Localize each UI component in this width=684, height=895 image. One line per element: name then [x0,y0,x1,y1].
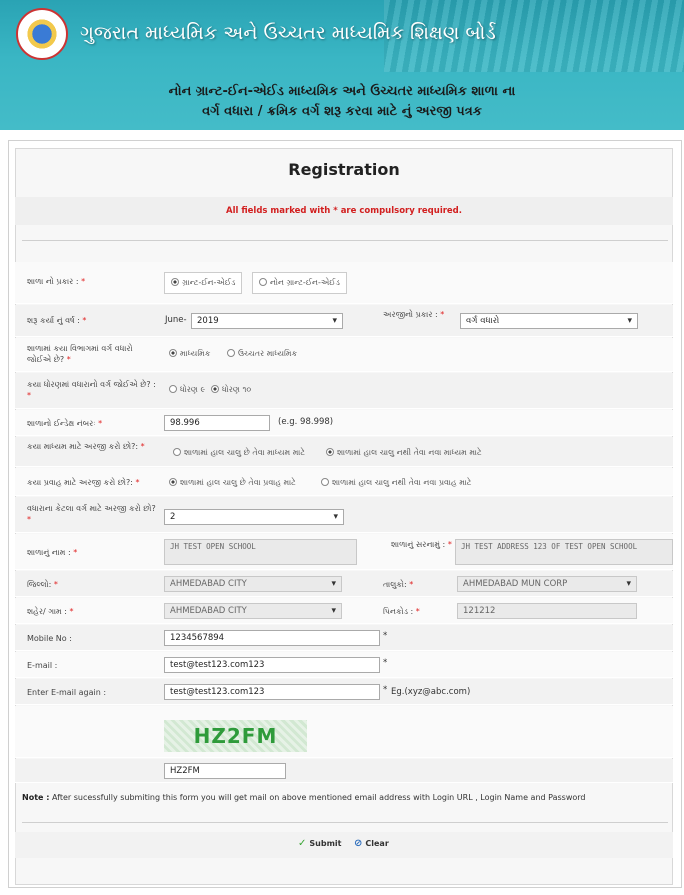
mobile-required-mark: * [383,631,388,641]
form-actions: ✓ Submit ⊘ Clear [15,832,673,858]
email-again-input[interactable]: test@test123.com123 [164,684,380,700]
radio-stream-new[interactable]: શાળામાં હાલ ચાલુ નથી તેવા નવા પ્રવાહ માટ… [321,478,471,488]
medium-label: કયા માધ્યમ માટે અરજી કરો છો?: [27,442,139,451]
radio-stream-existing[interactable]: શાળામાં હાલ ચાલુ છે તેવા પ્રવાહ માટે [169,478,296,488]
stream-label: કયા પ્રવાહ માટે અરજી કરો છો?: [27,478,133,487]
email-label: E-mail : [27,661,58,670]
row-num-classes: વધારાના કેટલા વર્ગ માટે અરજી કરો છો? * 2 [15,497,673,533]
email-required-mark: * [383,658,388,668]
divider [22,822,668,823]
radio-dot-icon [169,478,177,486]
form-subtitle-line1: નોન ગ્રાન્ટ-ઈન-એઈડ માધ્યમિક અને ઉચ્ચતર મ… [168,84,516,99]
board-title: ગુજરાત માધ્યમિક અને ઉચ્ચતર માધ્યમિક શિક્… [80,22,496,44]
radio-dot-icon [326,448,334,456]
radio-std-9[interactable]: ધોરણ ૯ [169,385,205,395]
header-banner: ગુજરાત માધ્યમિક અને ઉચ્ચતર માધ્યમિક શિક્… [0,0,684,130]
radio-secondary[interactable]: માધ્યમિક [169,349,210,359]
start-year-label: શરૂ કર્યા નું વર્ષ : [27,316,80,325]
row-captcha-input: HZ2FM [15,759,673,783]
school-name-input[interactable]: JH TEST OPEN SCHOOL [164,539,357,565]
email-input[interactable]: test@test123.com123 [164,657,380,673]
radio-std-10[interactable]: ધોરણ ૧૦ [211,385,251,395]
logo-emblem-icon [25,17,59,51]
radio-dot-icon [171,278,179,286]
row-medium: કયા માધ્યમ માટે અરજી કરો છો?: * શાળામાં … [15,437,673,467]
radio-dot-icon [321,478,329,486]
district-label: જિલ્લો: [27,580,52,589]
radio-non-grant-in-aid[interactable]: નોન ગ્રાન્ટ-ઈન-એઈડ [252,272,347,294]
taluka-select[interactable]: AHMEDABAD MUN CORP [457,576,637,592]
row-district: જિલ્લો: * AHMEDABAD CITY તાલુકો: * AHMED… [15,571,673,597]
pincode-input[interactable]: 121212 [457,603,637,619]
radio-medium-new[interactable]: શાળામાં હાલ ચાલુ નથી તેવા નવા માધ્યમ માટ… [326,448,482,458]
school-name-label: શાળાનું નામ : [27,548,71,557]
radio-dot-icon [211,385,219,393]
row-start-year: શરૂ કર્યા નું વર્ષ : * June- 2019 અરજીનો… [15,305,673,337]
city-select[interactable]: AHMEDABAD CITY [164,603,342,619]
index-no-hint: (e.g. 98.998) [278,417,334,427]
radio-medium-existing[interactable]: શાળામાં હાલ ચાલુ છે તેવા માધ્યમ માટે [173,448,305,458]
row-email: E-mail : test@test123.com123 * [15,652,673,678]
captcha-input[interactable]: HZ2FM [164,763,286,779]
row-stream: કયા પ્રવાહ માટે અરજી કરો છો?: * શાળામાં … [15,468,673,496]
mobile-input[interactable]: 1234567894 [164,630,380,646]
form-subtitle-line2: વર્ગ વધારા / ક્રમિક વર્ગ શરૂ કરવા માટે ન… [202,104,482,119]
radio-dot-icon [169,349,177,357]
email-hint: Eg.(xyz@abc.com) [391,687,471,697]
board-logo [16,8,68,60]
num-classes-select[interactable]: 2 [164,509,344,525]
check-icon: ✓ [298,838,307,849]
pincode-label: પિનકોડ : [383,607,414,616]
row-mobile: Mobile No : 1234567894 * [15,625,673,651]
application-type-select[interactable]: વર્ગ વધારો [460,313,638,329]
email-again-label: Enter E-mail again : [27,688,107,697]
taluka-label: તાલુકો: [383,580,407,589]
mobile-label: Mobile No : [27,634,72,643]
school-address-label: શાળાનું સરનામું : [391,540,446,549]
index-no-label: શાળાનો ઈન્ડેક્ષ નંબરઃ [27,419,96,428]
application-type-label: અરજીનો પ્રકાર : [383,310,438,319]
row-captcha [15,706,673,758]
radio-dot-icon [259,278,267,286]
start-month: June- [165,315,187,325]
clear-button[interactable]: ⊘ Clear [354,838,389,849]
row-school-type: શાળા નો પ્રકાર : * ગ્રાન્ટ-ઈન-એઈડ નોન ગ્… [15,262,673,304]
city-label: શહેર/ ગામ : [27,607,67,616]
form-note: Note : After sucessfully submiting this … [22,793,586,802]
school-address-input[interactable]: JH TEST ADDRESS 123 OF TEST OPEN SCHOOL [455,539,673,565]
district-select[interactable]: AHMEDABAD CITY [164,576,342,592]
school-type-label: શાળા નો પ્રકાર : [27,277,79,286]
row-city: શહેર/ ગામ : * AHMEDABAD CITY પિનકોડ : * … [15,598,673,624]
radio-higher-secondary[interactable]: ઉચ્ચતર માધ્યમિક [227,349,297,359]
row-email-again: Enter E-mail again : test@test123.com123… [15,679,673,705]
row-school-name: શાળાનું નામ : * JH TEST OPEN SCHOOL શાળા… [15,534,673,570]
email-again-required-mark: * [383,685,388,695]
page-title: Registration [288,160,400,179]
row-section: શાળામાં કયા વિભાગમાં વર્ગ વધારો જોઈએ છે?… [15,338,673,372]
captcha-image: HZ2FM [164,720,307,752]
submit-button[interactable]: ✓ Submit [298,838,341,849]
start-year-select[interactable]: 2019 [191,313,343,329]
radio-dot-icon [227,349,235,357]
index-no-input[interactable]: 98.996 [164,415,270,431]
radio-dot-icon [173,448,181,456]
standard-label: કયા ધોરણમાં વધારાનો વર્ગ જોઈએ છે? : [27,380,156,389]
radio-grant-in-aid[interactable]: ગ્રાન્ટ-ઈન-એઈડ [164,272,243,294]
row-standard: કયા ધોરણમાં વધારાનો વર્ગ જોઈએ છે? : * ધો… [15,373,673,409]
section-label: શાળામાં કયા વિભાગમાં વર્ગ વધારો જોઈએ છે? [27,344,133,364]
radio-dot-icon [169,385,177,393]
row-index-no: શાળાનો ઈન્ડેક્ષ નંબરઃ * 98.996 (e.g. 98.… [15,410,673,436]
required-notice: All fields marked with * are compulsory … [15,197,673,225]
num-classes-label: વધારાના કેટલા વર્ગ માટે અરજી કરો છો? [27,504,156,513]
divider [22,240,668,241]
eraser-icon: ⊘ [354,838,363,849]
